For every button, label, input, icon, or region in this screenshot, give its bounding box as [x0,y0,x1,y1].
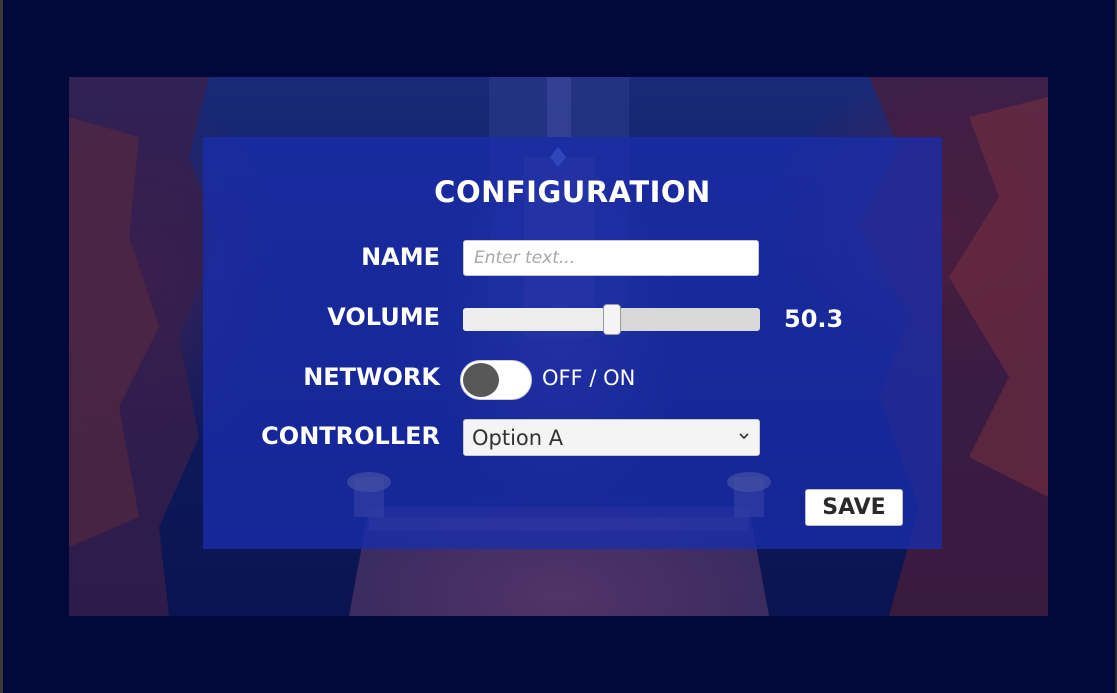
volume-slider-fill [463,308,613,331]
network-state-text: OFF / ON [542,366,636,390]
save-button[interactable]: SAVE [805,489,903,526]
chevron-down-icon [739,433,749,440]
volume-slider[interactable] [463,304,760,335]
volume-slider-handle[interactable] [603,304,622,335]
controller-selected-value: Option A [472,426,564,450]
panel-title: CONFIGURATION [434,175,711,209]
controller-label: CONTROLLER [261,422,440,450]
name-input[interactable] [463,240,759,276]
network-toggle[interactable] [460,360,532,400]
configuration-panel: CONFIGURATION NAME VOLUME 50.3 NETWORK O… [203,137,942,549]
name-label: NAME [361,243,440,271]
controller-dropdown[interactable]: Option A [463,419,760,456]
volume-value: 50.3 [784,305,844,333]
window-edge [0,0,3,693]
network-label: NETWORK [303,363,440,391]
network-toggle-knob [463,363,499,397]
volume-label: VOLUME [327,303,440,331]
